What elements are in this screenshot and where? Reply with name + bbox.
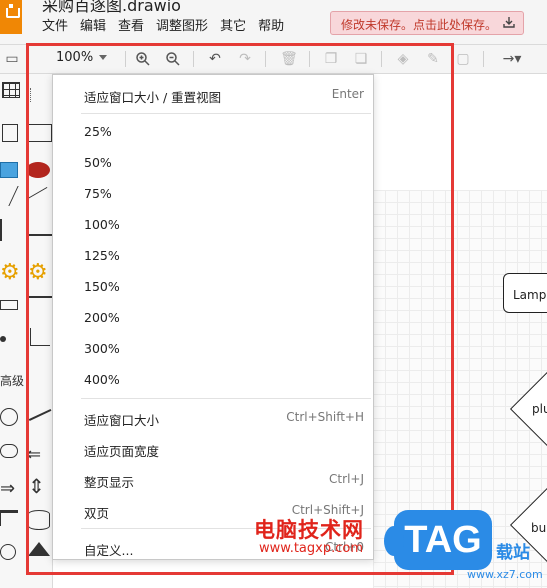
connection-style-icon[interactable]: →▾ [497, 49, 527, 69]
lamp-label: Lamp [513, 288, 547, 302]
t-shape[interactable] [0, 510, 18, 526]
menu-item-fit-window[interactable]: 适应窗口大小 Ctrl+Shift+H [53, 403, 373, 433]
shadow-icon[interactable]: ▢ [453, 49, 473, 69]
menu-item-zoom-200[interactable]: 200% [53, 303, 373, 333]
lamp-shape[interactable]: Lamp [503, 273, 547, 313]
menu-item-zoom-75[interactable]: 75% [53, 179, 373, 209]
rectangle-shape[interactable] [28, 124, 52, 142]
line-shape[interactable] [26, 186, 52, 212]
document-title[interactable]: 采购百逐图.drawio [42, 0, 181, 16]
menu-item-fit-reset[interactable]: 适应窗口大小 / 重置视图 Enter [53, 80, 373, 110]
rectangle-shape[interactable] [2, 124, 18, 142]
to-back-icon[interactable]: ❏ [351, 49, 371, 69]
diamond-label: bur [531, 521, 547, 535]
zoom-out-icon[interactable] [163, 49, 183, 69]
arrow-shape[interactable] [0, 186, 19, 206]
zoom-dropdown-menu: 适应窗口大小 / 重置视图 Enter 25% 50% 75% 100% 125… [52, 74, 374, 560]
line-shape[interactable] [0, 219, 2, 241]
drawio-logo-icon [0, 0, 22, 34]
title-bar: 采购百逐图.drawio 文件 编辑 查看 调整图形 其它 帮助 修改未保存。点… [0, 0, 547, 45]
menu-item-zoom-125[interactable]: 125% [53, 241, 373, 271]
diamond-label: plu [532, 402, 547, 416]
watermark-site-name: 电脑技术网 [254, 518, 364, 542]
menu-item-zoom-50[interactable]: 50% [53, 148, 373, 178]
redo-icon[interactable]: ↷ [235, 49, 255, 69]
toolbar-divider [265, 51, 266, 67]
menu-item-zoom-25[interactable]: 25% [53, 117, 373, 147]
unsaved-notice-label: 修改未保存。点击此处保存。 [341, 18, 498, 32]
menu-bar: 文件 编辑 查看 调整图形 其它 帮助 [42, 15, 296, 34]
chevron-down-icon [99, 55, 108, 60]
zoom-dropdown[interactable]: 100% [50, 48, 113, 74]
toolbar-divider [483, 51, 484, 67]
watermark-url-secondary: www.xz7.com [467, 568, 543, 581]
delete-icon[interactable]: 🗑 [279, 49, 299, 69]
gear-icon[interactable]: ⚙ [28, 260, 48, 285]
gear-icon[interactable]: ⚙ [0, 260, 20, 285]
double-arrow-icon[interactable]: ⇐ [26, 444, 41, 465]
zoom-in-icon[interactable] [133, 49, 153, 69]
menu-edit[interactable]: 编辑 [80, 15, 106, 34]
to-front-icon[interactable]: ❐ [321, 49, 341, 69]
circle-shape[interactable] [0, 544, 16, 560]
menu-divider [81, 398, 371, 399]
toolbar-divider [381, 51, 382, 67]
vertical-arrow-icon[interactable]: ⇕ [28, 474, 45, 498]
menu-extras[interactable]: 其它 [220, 15, 246, 34]
fill-color-icon[interactable]: ◈ [393, 49, 413, 69]
arrow-right-icon[interactable]: ⇒ [0, 478, 15, 499]
watermark-suffix: 载站 [496, 543, 530, 563]
watermark-tag-logo: TAG [384, 510, 492, 570]
zoom-value: 100% [56, 50, 94, 65]
menu-view[interactable]: 查看 [118, 15, 144, 34]
undo-icon[interactable]: ↶ [205, 49, 225, 69]
format-panel-icon[interactable]: ▭ [2, 49, 22, 69]
toolbar: ▭ 100% ↶ ↷ 🗑 ❐ ❏ ◈ ✎ ▢ →▾ [0, 45, 547, 74]
toolbar-divider [309, 51, 310, 67]
toolbar-divider [125, 51, 126, 67]
list-shape[interactable] [30, 88, 40, 102]
shapes-panel: ⚙ ⚙ 高级 ⇐ ⇒ ⇕ [0, 74, 53, 588]
line-shape[interactable] [28, 408, 52, 421]
menu-item-whole-page[interactable]: 整页显示 Ctrl+J [53, 465, 373, 495]
menu-arrange[interactable]: 调整图形 [156, 15, 208, 34]
dot-shape[interactable] [0, 336, 6, 342]
watermark-url: www.tagxp.com [259, 541, 363, 556]
line-shape[interactable] [28, 296, 52, 298]
download-icon [503, 17, 515, 28]
menu-file[interactable]: 文件 [42, 15, 68, 34]
unsaved-changes-button[interactable]: 修改未保存。点击此处保存。 [330, 11, 524, 35]
menu-divider [81, 113, 371, 114]
corner-shape[interactable] [30, 328, 50, 346]
menu-item-zoom-100[interactable]: 100% [53, 210, 373, 240]
grid-shape[interactable] [2, 82, 20, 98]
menu-item-fit-page-width[interactable]: 适应页面宽度 [53, 434, 373, 464]
canvas-header-area [373, 74, 547, 190]
menu-item-zoom-150[interactable]: 150% [53, 272, 373, 302]
blue-box-shape[interactable] [0, 162, 18, 178]
triangle-shape[interactable] [28, 542, 50, 556]
red-oval-shape[interactable] [26, 162, 50, 178]
cylinder-shape[interactable] [28, 510, 50, 530]
rectangle-shape[interactable] [0, 300, 18, 310]
circle-shape[interactable] [0, 408, 18, 426]
menu-item-zoom-400[interactable]: 400% [53, 365, 373, 395]
menu-help[interactable]: 帮助 [258, 15, 284, 34]
line-color-icon[interactable]: ✎ [423, 49, 443, 69]
line-shape[interactable] [28, 234, 52, 236]
rounded-shape[interactable] [0, 444, 18, 458]
menu-item-zoom-300[interactable]: 300% [53, 334, 373, 364]
shapes-section-advanced[interactable]: 高级 [0, 372, 24, 389]
toolbar-divider [193, 51, 194, 67]
